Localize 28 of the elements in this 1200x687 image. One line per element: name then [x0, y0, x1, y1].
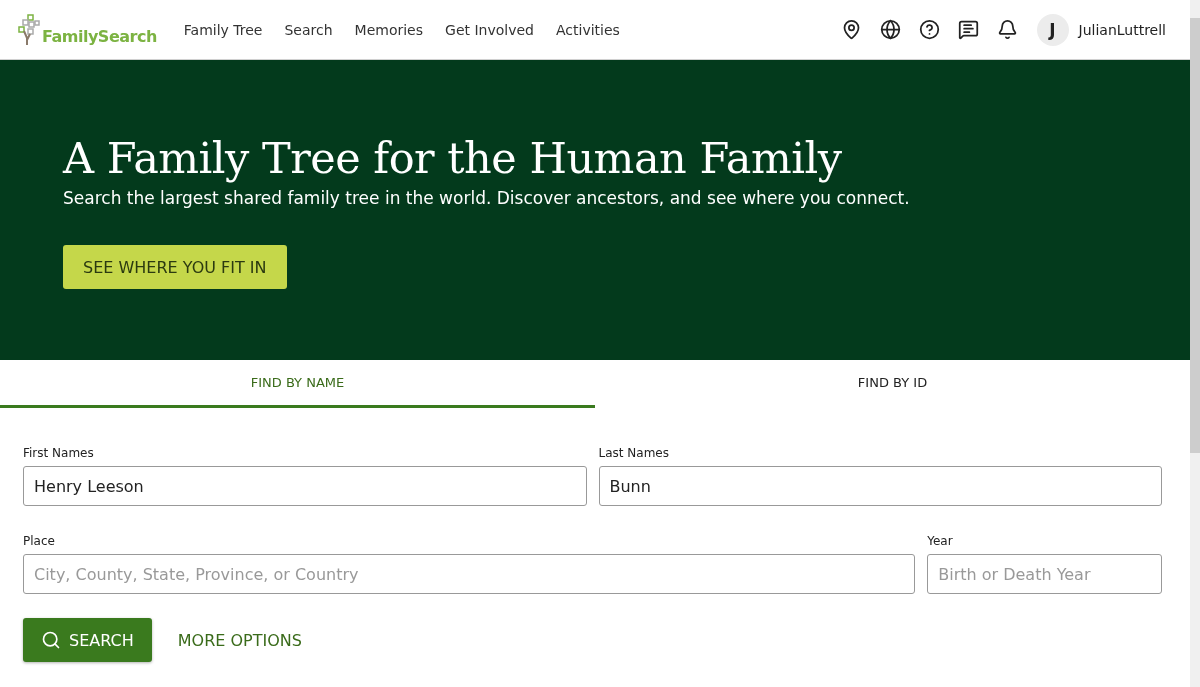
bell-icon[interactable] — [996, 19, 1018, 40]
user-avatar[interactable]: J — [1036, 13, 1069, 46]
scrollbar-thumb[interactable] — [1190, 18, 1200, 453]
field-label: Year — [927, 534, 954, 548]
user-name[interactable]: JulianLuttrell — [1078, 21, 1166, 38]
help-icon[interactable] — [918, 19, 940, 40]
chat-icon[interactable] — [957, 19, 979, 40]
input-field[interactable]: City, County, State, Province, or Country — [23, 554, 916, 594]
field-label: Place — [23, 534, 56, 548]
nav-link[interactable]: Activities — [555, 21, 620, 38]
input-field[interactable]: Henry Leeson — [23, 466, 587, 506]
globe-icon[interactable] — [879, 19, 901, 40]
fit-in-button[interactable]: SEE WHERE YOU FIT IN — [63, 245, 287, 289]
nav-link[interactable]: Get Involved — [445, 21, 534, 38]
input-field[interactable]: Birth or Death Year — [927, 554, 1162, 594]
nav-link[interactable]: Search — [284, 21, 333, 38]
scrollbar[interactable] — [1190, 0, 1200, 687]
search-button[interactable]: SEARCH — [23, 618, 152, 662]
nav-link[interactable]: Family Tree — [183, 21, 263, 38]
hero-title: A Family Tree for the Human Family — [63, 132, 842, 184]
nav-link[interactable]: Memories — [354, 21, 424, 38]
hero-subtitle: Search the largest shared family tree in the world. Discover ancestors, and see where you connect. — [63, 188, 910, 208]
field-label: First Names — [23, 446, 95, 460]
logo-tree-icon — [18, 13, 40, 46]
more-options-link[interactable]: MORE OPTIONS — [177, 630, 302, 650]
search-icon — [41, 630, 61, 650]
field-label: Last Names — [598, 446, 670, 460]
input-field[interactable]: Bunn — [598, 466, 1162, 506]
